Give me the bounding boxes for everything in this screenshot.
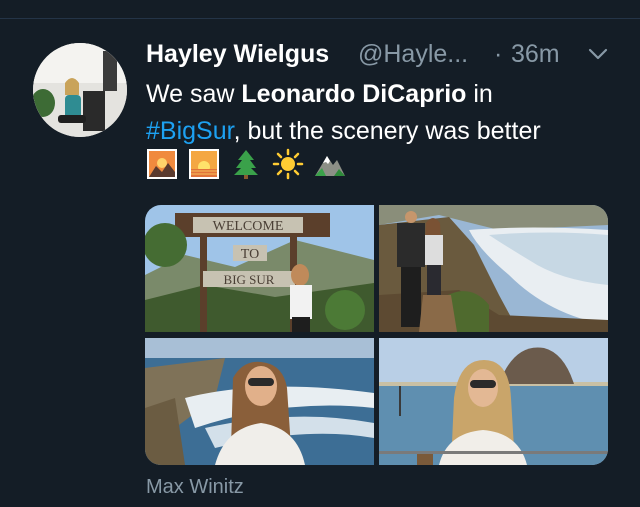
sun-icon [272, 148, 304, 180]
tweet-text-part2: in [466, 80, 493, 108]
tweet-header: Hayley Wielgus @Hayle... · 36m [146, 40, 626, 72]
photo-welcome-sign-image: WELCOME TO BIG SUR [145, 205, 374, 332]
mountain-icon [315, 156, 345, 176]
timestamp[interactable]: 36m [511, 40, 560, 69]
tweet-text-bold: Leonardo DiCaprio [241, 80, 467, 108]
separator-dot: · [494, 40, 503, 68]
photo-woman-waves[interactable] [145, 338, 374, 465]
photo-woman-rock-image [379, 338, 608, 465]
media-grid: WELCOME TO BIG SUR [145, 205, 608, 465]
tweet-text-part1: We saw [146, 80, 242, 108]
sign-line3: BIG SUR [224, 272, 275, 287]
display-name[interactable]: Hayley Wielgus [146, 40, 329, 69]
photo-couple-coast-image [379, 205, 608, 332]
tweet-text: We saw Leonardo DiCaprio in #BigSur, but … [146, 76, 626, 150]
photo-couple-coast[interactable] [379, 205, 608, 332]
user-handle[interactable]: @Hayle... [358, 40, 468, 69]
top-divider [0, 18, 640, 19]
photo-credit[interactable]: Max Winitz [146, 476, 244, 499]
photo-welcome-sign[interactable]: WELCOME TO BIG SUR [145, 205, 374, 332]
sunset-icon [147, 149, 177, 179]
sign-line2: TO [241, 247, 259, 262]
photo-woman-waves-image [145, 338, 374, 465]
tweet-text-part3: , but the scenery was better [233, 117, 541, 145]
evergreen-tree-icon [234, 150, 258, 179]
hashtag-link[interactable]: #BigSur [146, 117, 234, 145]
sunrise-icon [189, 149, 219, 179]
avatar[interactable] [33, 43, 127, 137]
photo-woman-rock[interactable] [379, 338, 608, 465]
emoji-row [146, 146, 346, 182]
chevron-down-icon[interactable] [586, 42, 610, 66]
sign-line1: WELCOME [213, 219, 284, 234]
